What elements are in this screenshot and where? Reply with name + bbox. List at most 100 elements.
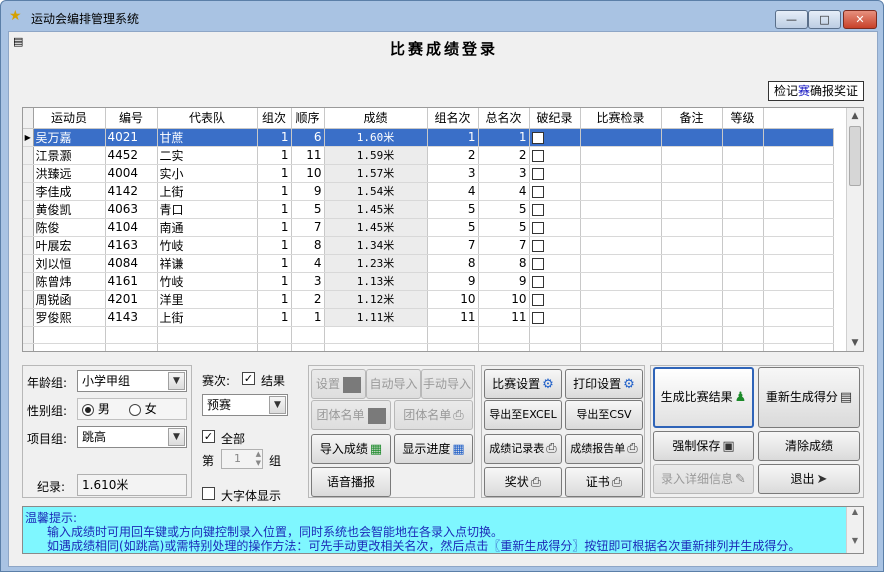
cell-grank[interactable]: 5 xyxy=(427,218,479,237)
cell-name[interactable]: 叶展宏 xyxy=(33,236,106,255)
cell-grank[interactable]: 4 xyxy=(427,182,479,201)
table-row[interactable]: 黄俊凯 4063 青口 1 5 1.45米 5 5 xyxy=(23,200,834,219)
cell-level[interactable] xyxy=(722,254,764,273)
cell-id[interactable]: 4104 xyxy=(105,218,158,237)
record-break-checkbox[interactable] xyxy=(531,185,544,198)
row-header[interactable] xyxy=(23,308,34,327)
cell-score[interactable]: 1.13米 xyxy=(324,272,428,291)
cell-note[interactable] xyxy=(661,200,723,219)
stepper-arrows-icon[interactable]: ▲ ▼ xyxy=(256,450,261,468)
row-header[interactable] xyxy=(23,236,34,255)
cell-name[interactable]: 陈俊 xyxy=(33,218,106,237)
import-scores-button[interactable]: 导入成绩 ▦ xyxy=(311,434,391,464)
record-break-checkbox[interactable] xyxy=(531,167,544,180)
table-row[interactable]: 陈俊 4104 南通 1 7 1.45米 5 5 xyxy=(23,218,834,237)
cell-id[interactable]: 4452 xyxy=(105,146,158,165)
cell-level[interactable] xyxy=(722,290,764,309)
cell-order[interactable]: 7 xyxy=(291,218,325,237)
cell-team[interactable]: 二实 xyxy=(157,146,258,165)
cell-level[interactable] xyxy=(722,128,764,147)
exit-button[interactable]: 退出 ➤ xyxy=(758,464,860,494)
cell-trank[interactable]: 5 xyxy=(478,218,530,237)
cell-name[interactable]: 周锐函 xyxy=(33,290,106,309)
round-select[interactable]: 预赛 ▼ xyxy=(202,394,288,416)
cell-grank[interactable]: 5 xyxy=(427,200,479,219)
col-id[interactable]: 编号 xyxy=(105,108,158,129)
chevron-down-icon[interactable]: ▼ xyxy=(168,372,185,390)
cell-id[interactable]: 4063 xyxy=(105,200,158,219)
cell-team[interactable]: 上街 xyxy=(157,182,258,201)
results-grid[interactable]: 运动员 编号 代表队 组次 顺序 成绩 组名次 总名次 破纪录 比赛检录 备注 … xyxy=(22,107,864,352)
cell-trank[interactable]: 3 xyxy=(478,164,530,183)
match-setup-button[interactable]: 比赛设置 ⚙ xyxy=(484,369,562,399)
current-row-indicator-icon[interactable]: ▶ xyxy=(23,128,34,147)
cell-order[interactable]: 6 xyxy=(291,128,325,147)
cell-score[interactable]: 1.45米 xyxy=(324,200,428,219)
cell-score[interactable]: 1.59米 xyxy=(324,146,428,165)
cell-level[interactable] xyxy=(722,236,764,255)
row-header[interactable] xyxy=(23,164,34,183)
cell-note[interactable] xyxy=(661,146,723,165)
cell-trank[interactable]: 2 xyxy=(478,146,530,165)
cell-trank[interactable]: 8 xyxy=(478,254,530,273)
cell-team[interactable]: 南通 xyxy=(157,218,258,237)
cell-level[interactable] xyxy=(722,308,764,327)
cell-score[interactable]: 1.60米 xyxy=(324,128,428,147)
col-level[interactable]: 等级 xyxy=(722,108,764,129)
cell-level[interactable] xyxy=(722,200,764,219)
award-button[interactable]: 奖状 ⎙ xyxy=(484,467,562,497)
team-list-button-2[interactable]: 团体名单 ⎙ xyxy=(394,400,473,430)
record-break-checkbox[interactable] xyxy=(531,221,544,234)
record-break-checkbox[interactable] xyxy=(531,257,544,270)
empty-row[interactable] xyxy=(23,326,834,344)
cell-id[interactable]: 4004 xyxy=(105,164,158,183)
cell-checkin[interactable] xyxy=(580,272,662,291)
cell-trank[interactable]: 10 xyxy=(478,290,530,309)
cell-note[interactable] xyxy=(661,236,723,255)
cell-score[interactable]: 1.11米 xyxy=(324,308,428,327)
cell-checkin[interactable] xyxy=(580,218,662,237)
cell-team[interactable]: 祥谦 xyxy=(157,254,258,273)
cell-score[interactable]: 1.34米 xyxy=(324,236,428,255)
col-checkin[interactable]: 比赛检录 xyxy=(580,108,662,129)
cell-id[interactable]: 4201 xyxy=(105,290,158,309)
scroll-down-icon[interactable]: ▼ xyxy=(847,335,863,351)
cell-grank[interactable]: 11 xyxy=(427,308,479,327)
cell-team[interactable]: 上街 xyxy=(157,308,258,327)
close-button[interactable]: ✕ xyxy=(843,10,877,29)
cell-group[interactable]: 1 xyxy=(257,272,292,291)
col-group[interactable]: 组次 xyxy=(257,108,292,129)
row-header[interactable] xyxy=(23,182,34,201)
cell-grank[interactable]: 9 xyxy=(427,272,479,291)
cell-score[interactable]: 1.57米 xyxy=(324,164,428,183)
all-checkbox[interactable]: ✓ xyxy=(202,430,215,443)
cell-checkin[interactable] xyxy=(580,164,662,183)
cell-order[interactable]: 8 xyxy=(291,236,325,255)
cell-name[interactable]: 洪臻远 xyxy=(33,164,106,183)
cell-group[interactable]: 1 xyxy=(257,146,292,165)
manual-import-button[interactable]: 手动导入 xyxy=(421,369,473,399)
cell-trank[interactable]: 9 xyxy=(478,272,530,291)
cell-order[interactable]: 4 xyxy=(291,254,325,273)
cell-grank[interactable]: 2 xyxy=(427,146,479,165)
table-row[interactable]: ▶ 吴万嘉 4021 甘蔗 1 6 1.60米 1 1 xyxy=(23,128,834,147)
cell-checkin[interactable] xyxy=(580,290,662,309)
event-select[interactable]: 跳高 ▼ xyxy=(77,426,187,448)
cell-group[interactable]: 1 xyxy=(257,128,292,147)
cell-team[interactable]: 竹岐 xyxy=(157,272,258,291)
maximize-button[interactable]: □ xyxy=(808,10,841,29)
col-record-break[interactable]: 破纪录 xyxy=(529,108,581,129)
cell-note[interactable] xyxy=(661,272,723,291)
cell-level[interactable] xyxy=(722,164,764,183)
cell-name[interactable]: 黄俊凯 xyxy=(33,200,106,219)
table-row[interactable]: 陈曾炜 4161 竹岐 1 3 1.13米 9 9 xyxy=(23,272,834,291)
cell-grank[interactable]: 10 xyxy=(427,290,479,309)
cell-id[interactable]: 4142 xyxy=(105,182,158,201)
col-score[interactable]: 成绩 xyxy=(324,108,428,129)
gender-male-radio[interactable] xyxy=(82,403,94,416)
scroll-thumb[interactable] xyxy=(849,126,861,186)
team-list-button-1[interactable]: 团体名单 xyxy=(311,400,391,430)
table-row[interactable]: 罗俊熙 4143 上街 1 1 1.11米 11 11 xyxy=(23,308,834,327)
cell-id[interactable]: 4163 xyxy=(105,236,158,255)
cell-order[interactable]: 1 xyxy=(291,308,325,327)
